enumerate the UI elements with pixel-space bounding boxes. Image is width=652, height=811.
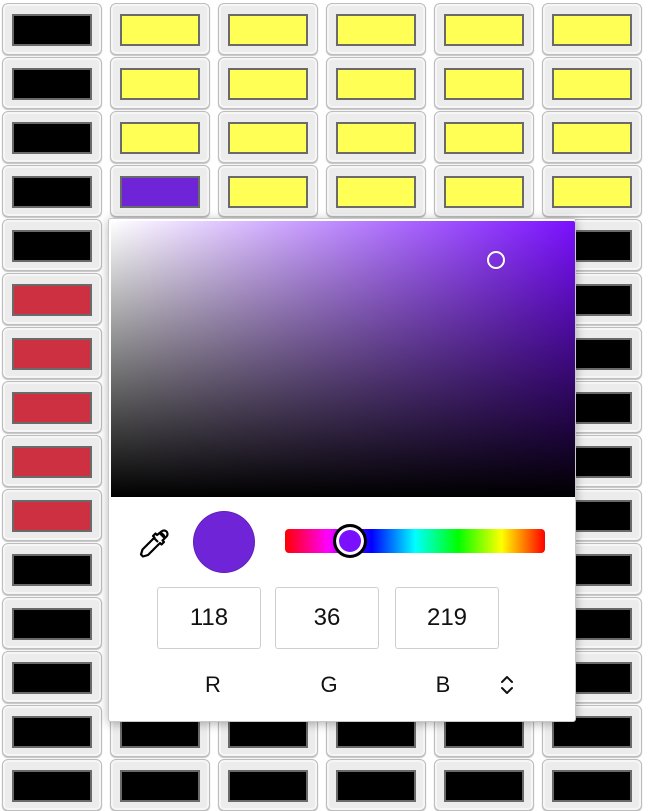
green-label: G — [320, 672, 338, 697]
color-swatch — [552, 176, 632, 208]
color-swatch-cell[interactable] — [218, 57, 318, 109]
color-swatch-cell[interactable] — [110, 3, 210, 55]
color-swatch — [336, 770, 416, 802]
color-swatch-cell[interactable] — [326, 111, 426, 163]
color-swatch — [552, 14, 632, 46]
color-swatch — [444, 68, 524, 100]
color-swatch — [552, 122, 632, 154]
color-swatch — [12, 500, 92, 532]
color-swatch — [444, 770, 524, 802]
green-value-input[interactable] — [275, 587, 379, 649]
color-swatch-cell[interactable] — [110, 111, 210, 163]
color-swatch-cell[interactable] — [218, 3, 318, 55]
red-label: R — [205, 672, 221, 697]
color-swatch-cell[interactable] — [218, 165, 318, 217]
color-swatch-cell[interactable] — [2, 651, 102, 703]
color-swatch-cell[interactable] — [2, 705, 102, 757]
color-swatch — [228, 176, 308, 208]
color-swatch — [120, 68, 200, 100]
color-swatch — [12, 338, 92, 370]
color-swatch — [228, 68, 308, 100]
color-swatch — [228, 770, 308, 802]
color-swatch-cell[interactable] — [2, 273, 102, 325]
color-swatch — [12, 230, 92, 262]
color-swatch-cell[interactable] — [2, 597, 102, 649]
hue-slider[interactable] — [285, 524, 545, 558]
color-swatch-cell[interactable] — [326, 759, 426, 811]
color-swatch — [552, 770, 632, 802]
color-swatch — [120, 122, 200, 154]
color-swatch-cell[interactable] — [2, 327, 102, 379]
color-swatch-cell[interactable] — [326, 165, 426, 217]
saturation-brightness-handle[interactable] — [487, 250, 506, 269]
color-swatch — [120, 176, 200, 208]
color-swatch-cell[interactable] — [434, 111, 534, 163]
color-swatch-cell[interactable] — [2, 165, 102, 217]
color-swatch-cell[interactable] — [218, 759, 318, 811]
color-swatch-cell[interactable] — [2, 435, 102, 487]
color-swatch — [228, 122, 308, 154]
color-swatch — [12, 176, 92, 208]
hue-slider-handle[interactable] — [333, 524, 367, 558]
chevron-up-down-icon[interactable] — [495, 671, 519, 699]
color-swatch-cell[interactable] — [434, 759, 534, 811]
eyedropper-icon[interactable] — [135, 527, 169, 561]
color-swatch-cell[interactable] — [326, 57, 426, 109]
color-swatch-cell[interactable] — [542, 165, 642, 217]
color-swatch-cell[interactable] — [434, 57, 534, 109]
color-swatch — [12, 392, 92, 424]
color-swatch-cell[interactable] — [2, 57, 102, 109]
color-swatch-cell[interactable] — [434, 165, 534, 217]
color-swatch — [12, 14, 92, 46]
color-swatch — [444, 122, 524, 154]
color-swatch — [12, 446, 92, 478]
color-swatch-cell[interactable] — [2, 381, 102, 433]
color-swatch-cell[interactable] — [2, 3, 102, 55]
color-swatch — [336, 68, 416, 100]
color-swatch — [12, 662, 92, 694]
color-swatch — [12, 68, 92, 100]
blue-value-input[interactable] — [395, 587, 499, 649]
saturation-brightness-area[interactable] — [111, 221, 575, 497]
color-swatch-cell[interactable] — [326, 3, 426, 55]
color-swatch-cell[interactable] — [2, 219, 102, 271]
color-swatch — [120, 14, 200, 46]
color-swatch — [12, 716, 92, 748]
color-swatch-cell[interactable] — [542, 3, 642, 55]
color-swatch — [552, 68, 632, 100]
color-picker-popover: R G B — [108, 218, 576, 722]
color-swatch — [12, 284, 92, 316]
color-swatch-cell[interactable] — [110, 165, 210, 217]
blue-label: B — [435, 672, 451, 697]
color-swatch — [12, 608, 92, 640]
color-swatch-cell[interactable] — [110, 57, 210, 109]
color-swatch — [228, 14, 308, 46]
color-swatch — [12, 770, 92, 802]
color-swatch-cell[interactable] — [2, 543, 102, 595]
color-swatch — [336, 176, 416, 208]
color-swatch-cell[interactable] — [218, 111, 318, 163]
color-swatch — [12, 122, 92, 154]
red-value-input[interactable] — [157, 587, 261, 649]
color-swatch-cell[interactable] — [542, 111, 642, 163]
color-swatch-cell[interactable] — [542, 759, 642, 811]
color-swatch-cell[interactable] — [2, 759, 102, 811]
color-swatch-cell[interactable] — [110, 759, 210, 811]
selected-color-preview — [193, 511, 255, 573]
color-swatch-cell[interactable] — [542, 57, 642, 109]
color-swatch — [336, 14, 416, 46]
color-swatch — [12, 554, 92, 586]
color-swatch-cell[interactable] — [2, 489, 102, 541]
color-swatch-cell[interactable] — [434, 3, 534, 55]
color-swatch — [336, 122, 416, 154]
color-swatch — [444, 14, 524, 46]
color-swatch — [120, 770, 200, 802]
color-swatch-cell[interactable] — [2, 111, 102, 163]
color-swatch — [444, 176, 524, 208]
